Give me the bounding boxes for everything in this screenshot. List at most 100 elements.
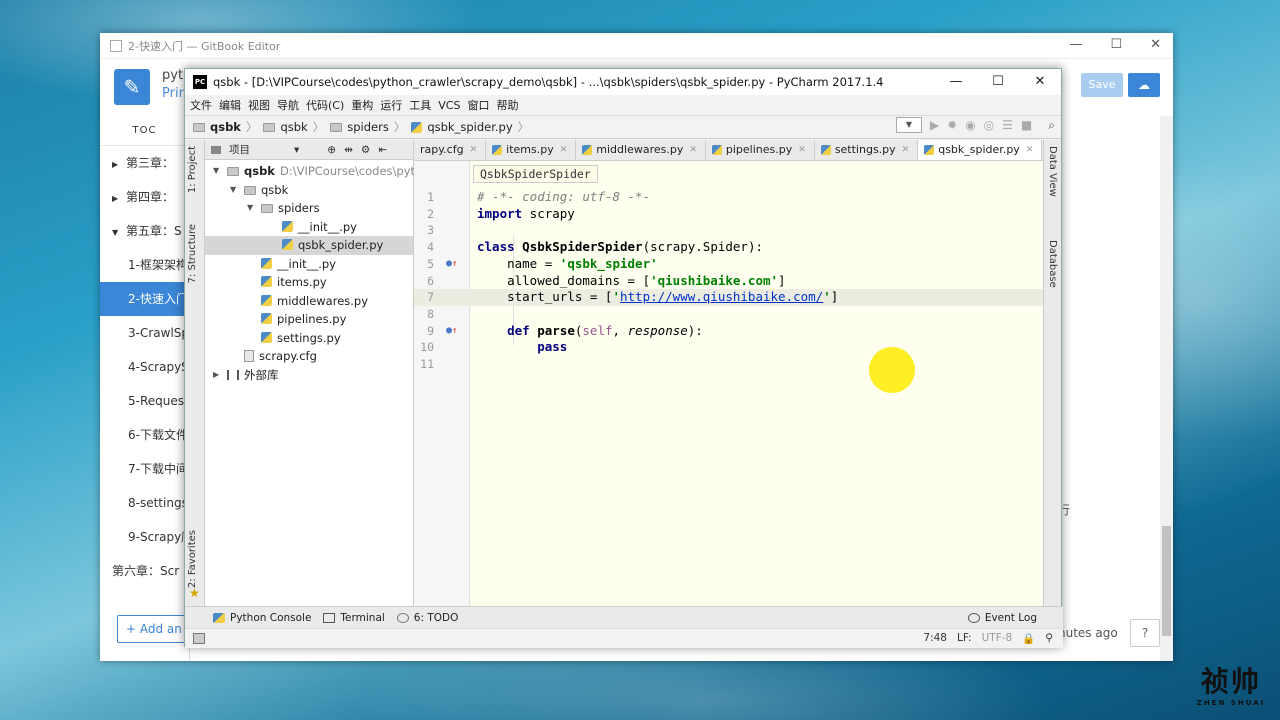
toc-item[interactable]: 1-框架架构: [100, 248, 189, 282]
collapsed-arrow-icon[interactable]: ▶: [213, 366, 219, 385]
toc-item[interactable]: 6-下载文件: [100, 418, 189, 452]
expanded-triangle-icon[interactable]: ▼: [112, 216, 126, 248]
close-tab-icon[interactable]: ✕: [1026, 140, 1034, 160]
menu-item[interactable]: 工具: [408, 97, 437, 113]
cloud-upload-icon[interactable]: ☁: [1128, 73, 1160, 97]
editor-tab[interactable]: rapy.cfg ✕: [414, 140, 487, 160]
close-tab-icon[interactable]: ✕: [902, 140, 910, 160]
editor-tab[interactable]: pipelines.py ✕: [706, 140, 815, 160]
tree-item[interactable]: settings.py: [205, 329, 413, 348]
gitbook-scrollbar[interactable]: [1160, 116, 1173, 661]
tree-item[interactable]: ▼ qsbk D:\VIPCourse\codes\pytho: [205, 162, 429, 181]
coverage-icon[interactable]: ◉: [965, 118, 975, 132]
scroll-thumb[interactable]: [1162, 526, 1171, 636]
build-icon[interactable]: ☰: [1002, 118, 1013, 132]
menu-item[interactable]: 导航: [276, 97, 305, 113]
tree-item[interactable]: scrapy.cfg: [205, 347, 413, 366]
close-tab-icon[interactable]: ✕: [560, 140, 568, 160]
override-marker-icon[interactable]: ●↑: [446, 256, 457, 273]
terminal-tab[interactable]: Terminal: [323, 612, 396, 624]
add-article-button[interactable]: + Add an: [117, 615, 193, 643]
debug-icon[interactable]: ✹: [947, 118, 957, 132]
database-tool-tab[interactable]: Database: [1047, 240, 1058, 288]
editor-class-breadcrumb[interactable]: QsbkSpiderSpider: [473, 165, 598, 183]
menu-item[interactable]: VCS: [437, 99, 466, 112]
settings-gear-icon[interactable]: ⚙: [361, 144, 370, 156]
event-log-tab[interactable]: Event Log: [967, 612, 1063, 624]
close-icon[interactable]: ✕: [1019, 69, 1061, 95]
caret-position[interactable]: 7:48: [923, 632, 947, 645]
breadcrumb-item[interactable]: qsbk 〉: [193, 119, 257, 135]
toc-item[interactable]: 3-CrawlSp: [100, 316, 189, 350]
toc-item[interactable]: 2-快速入门: [100, 282, 189, 316]
toc-item[interactable]: 7-下载中间: [100, 452, 189, 486]
menu-item[interactable]: 编辑: [218, 97, 247, 113]
breadcrumb-item[interactable]: qsbk 〉: [263, 119, 324, 135]
run-icon[interactable]: ▶: [930, 118, 939, 132]
tree-item[interactable]: __init__.py: [205, 218, 413, 237]
tree-item[interactable]: ▼ spiders: [205, 199, 413, 218]
override-marker-icon[interactable]: ●↑: [446, 323, 457, 340]
editor-tab[interactable]: middlewares.py ✕: [576, 140, 706, 160]
menu-item[interactable]: 视图: [247, 97, 276, 113]
collapse-all-icon[interactable]: ⇹: [344, 144, 353, 156]
tree-item[interactable]: items.py: [205, 273, 413, 292]
close-tab-icon[interactable]: ✕: [689, 140, 697, 160]
save-button[interactable]: Save: [1081, 73, 1123, 97]
collapsed-triangle-icon[interactable]: ▶: [112, 182, 126, 214]
lock-icon[interactable]: 🔒: [1022, 632, 1035, 645]
profile-icon[interactable]: ◎: [984, 118, 994, 132]
collapsed-triangle-icon[interactable]: ▶: [112, 148, 126, 180]
help-button[interactable]: ?: [1130, 619, 1160, 647]
toc-item[interactable]: 4-ScrapyS: [100, 350, 189, 384]
menu-item[interactable]: 帮助: [495, 97, 524, 113]
menu-item[interactable]: 重构: [350, 97, 379, 113]
breadcrumb-item[interactable]: spiders 〉: [330, 119, 405, 135]
scroll-from-source-icon[interactable]: ⊕: [327, 144, 336, 156]
file-encoding[interactable]: UTF-8: [982, 632, 1013, 645]
toc-header[interactable]: TOC: [100, 116, 189, 146]
line-separator[interactable]: LF:: [957, 632, 972, 645]
menu-item[interactable]: 窗口: [466, 97, 495, 113]
tree-item[interactable]: pipelines.py: [205, 310, 413, 329]
close-icon[interactable]: ✕: [1150, 37, 1161, 52]
tree-item[interactable]: qsbk_spider.py: [205, 236, 413, 255]
todo-tab[interactable]: 6: TODO: [396, 612, 471, 624]
editor-tab[interactable]: qsbk_spider.py ✕: [918, 140, 1043, 160]
tool-windows-toggle-icon[interactable]: [193, 633, 205, 644]
minimize-icon[interactable]: —: [1069, 37, 1082, 52]
maximize-icon[interactable]: ☐: [1110, 37, 1122, 52]
expanded-arrow-icon[interactable]: ▼: [213, 162, 219, 181]
menu-item[interactable]: 文件: [189, 97, 218, 113]
view-dropdown-icon[interactable]: ▾: [294, 144, 299, 156]
toc-item[interactable]: ▼ 第五章：S: [100, 214, 189, 248]
toc-item[interactable]: 5-Request: [100, 384, 189, 418]
toc-item[interactable]: ▶ 第四章：: [100, 180, 189, 214]
toc-item[interactable]: 第六章：Scr: [100, 554, 189, 588]
project-view-selector[interactable]: 项目: [229, 142, 250, 157]
tree-item[interactable]: ▶ 外部库: [205, 366, 413, 385]
breadcrumb-item[interactable]: qsbk_spider.py 〉: [411, 119, 529, 135]
hide-panel-icon[interactable]: ⇤: [378, 144, 387, 156]
edit-pen-icon[interactable]: ✎: [114, 69, 150, 105]
stop-icon[interactable]: ■: [1021, 118, 1032, 132]
maximize-icon[interactable]: ☐: [977, 69, 1019, 95]
close-tab-icon[interactable]: ✕: [798, 140, 806, 160]
search-icon[interactable]: ⌕: [1048, 118, 1055, 133]
toc-item[interactable]: 9-Scrapy爬: [100, 520, 189, 554]
structure-tool-tab[interactable]: 7: Structure: [187, 224, 198, 283]
menu-item[interactable]: 运行: [379, 97, 408, 113]
favorites-tool-tab[interactable]: 2: Favorites: [187, 530, 198, 588]
expanded-arrow-icon[interactable]: ▼: [247, 199, 253, 218]
run-config-dropdown[interactable]: ▼: [895, 117, 922, 133]
project-tool-tab[interactable]: 1: Project: [187, 146, 198, 193]
editor-tab[interactable]: settings.py ✕: [815, 140, 919, 160]
python-console-tab[interactable]: Python Console: [213, 612, 323, 624]
tree-item[interactable]: middlewares.py: [205, 292, 413, 311]
git-branch-icon[interactable]: ⚲: [1045, 632, 1053, 645]
toc-item[interactable]: 8-settings: [100, 486, 189, 520]
editor-tab[interactable]: items.py ✕: [486, 140, 577, 160]
data-view-tool-tab[interactable]: Data View: [1047, 146, 1058, 197]
toc-item[interactable]: ▶ 第三章：: [100, 146, 189, 180]
expanded-arrow-icon[interactable]: ▼: [230, 181, 236, 200]
